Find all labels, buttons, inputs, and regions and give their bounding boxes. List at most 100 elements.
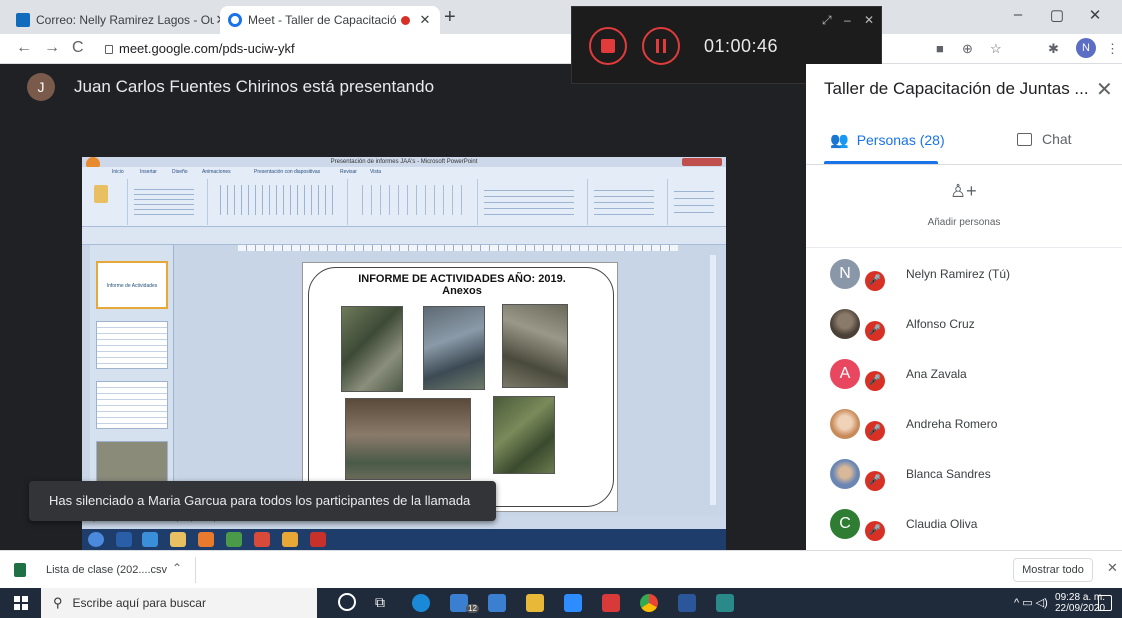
remote-taskbar (82, 529, 726, 550)
acrobat-icon[interactable] (602, 594, 620, 612)
taskbar-search[interactable]: ⚲ Escribe aquí para buscar (41, 588, 317, 618)
participant-avatar: N (830, 259, 860, 289)
slide-frame: INFORME DE ACTIVIDADES AÑO: 2019. Anexos (308, 267, 614, 507)
participant-row[interactable]: N 🎤 Nelyn Ramirez (Tú) (806, 253, 1122, 303)
slide-thumbnail[interactable] (96, 381, 168, 429)
vertical-scrollbar[interactable] (710, 255, 716, 505)
close-recorder-icon[interactable]: ✕ (864, 13, 874, 27)
participant-avatar: C (830, 509, 860, 539)
slide-title-line2: Anexos (442, 285, 482, 297)
windows-taskbar: ⚲ Escribe aquí para buscar ⧉ 12 ^ ▭ ◁) 0… (0, 588, 1122, 618)
ribbon-group (668, 179, 724, 225)
excel-file-icon (14, 563, 26, 577)
tab-meet[interactable]: Meet - Taller de Capacitación ✕ (220, 6, 440, 34)
participant-name: Andreha Romero (906, 417, 998, 431)
app-icon[interactable] (716, 594, 734, 612)
address-bar: ← → C meet.google.com/pds-uciw-ykf ■ ⊕ ☆… (0, 34, 1122, 64)
participant-row[interactable]: 🎤 Andreha Romero (806, 403, 1122, 453)
close-panel-button[interactable]: ✕ (1096, 77, 1113, 102)
download-item[interactable]: Lista de clase (202....csv (46, 564, 167, 576)
camera-icon[interactable]: ■ (936, 41, 944, 56)
store-icon[interactable] (488, 594, 506, 612)
tab-label: Correo: Nelly Ramirez Lagos - Ou (36, 13, 214, 27)
meet-icon (228, 13, 242, 27)
add-people-label[interactable]: Añadir personas (924, 217, 1004, 229)
windows-start-icon[interactable] (14, 596, 28, 610)
task-view-icon[interactable]: ⧉ (375, 594, 385, 611)
file-explorer-icon[interactable] (526, 594, 544, 612)
add-person-icon[interactable]: ♙+ (950, 181, 977, 202)
new-tab-button[interactable]: + (444, 6, 456, 29)
notification-badge: 12 (466, 604, 479, 613)
participant-row[interactable]: 🎤 Blanca Sandres (806, 453, 1122, 503)
panel-title: Taller de Capacitación de Juntas ... (824, 79, 1089, 98)
presenter-text: Juan Carlos Fuentes Chirinos está presen… (74, 77, 435, 96)
ribbon-tab: Presentación con diapositivas (254, 169, 321, 175)
tab-chat[interactable]: Chat (1017, 131, 1072, 147)
word-icon[interactable] (678, 594, 696, 612)
chrome-icon[interactable] (640, 594, 658, 612)
profile-avatar[interactable]: N (1076, 38, 1096, 58)
participant-row[interactable]: 🎤 Alfonso Cruz (806, 303, 1122, 353)
chat-icon (1017, 132, 1032, 146)
back-arrow-icon[interactable]: ← (16, 39, 32, 57)
show-all-button[interactable]: Mostrar todo (1013, 558, 1093, 582)
remote-app-icon (254, 532, 270, 547)
edge-icon[interactable] (412, 594, 430, 612)
activity-photo (345, 398, 471, 480)
muted-mic-icon: 🎤 (865, 371, 885, 391)
minimize-button[interactable]: – (1003, 6, 1033, 23)
tab-label: Meet - Taller de Capacitación (248, 13, 397, 27)
stop-recording-button[interactable] (589, 27, 627, 65)
presenter-avatar: J (27, 73, 55, 101)
pause-icon (656, 39, 666, 53)
ribbon-tab: Inicio (112, 169, 124, 175)
slide-thumbnail[interactable]: Informe de Actividades (96, 261, 168, 309)
forward-arrow-icon[interactable]: → (44, 39, 60, 57)
extensions-icon[interactable]: ✱ (1048, 41, 1059, 57)
powerpoint-ribbon: Inicio Insertar Diseño Animaciones Prese… (82, 167, 726, 227)
expand-icon[interactable]: ⤢ (822, 13, 832, 28)
remote-app-icon (282, 532, 298, 547)
participant-row[interactable]: A 🎤 Ana Zavala (806, 353, 1122, 403)
close-tab-icon[interactable]: ✕ (418, 12, 432, 28)
participant-name: Blanca Sandres (906, 467, 991, 481)
recording-dot-icon (401, 15, 410, 25)
participant-row[interactable]: C 🎤 Claudia Oliva (806, 503, 1122, 553)
chevron-up-icon[interactable]: ⌃ (172, 561, 182, 575)
quick-access-bar (82, 227, 726, 245)
star-icon[interactable]: ☆ (990, 41, 1002, 57)
search-icon: ⚲ (53, 595, 63, 610)
slide-thumbnail[interactable] (96, 321, 168, 369)
action-center-icon[interactable] (1098, 595, 1112, 611)
zoom-icon[interactable]: ⊕ (962, 41, 973, 57)
ribbon-tab: Vista (370, 169, 382, 175)
participant-name: Alfonso Cruz (906, 317, 975, 331)
tab-people-label: Personas (28) (856, 132, 945, 148)
ribbon-group (128, 179, 208, 225)
cortana-icon[interactable] (338, 593, 356, 611)
tab-people[interactable]: 👥 Personas (28) (830, 131, 945, 149)
pause-recording-button[interactable] (642, 27, 680, 65)
reload-icon[interactable]: C (72, 39, 84, 57)
menu-dots-icon[interactable]: ⋮ (1106, 41, 1119, 57)
participant-name: Nelyn Ramirez (Tú) (906, 267, 1011, 281)
participant-avatar (830, 309, 860, 339)
maximize-button[interactable]: ▢ (1042, 6, 1072, 24)
muted-mic-icon: 🎤 (865, 521, 885, 541)
close-download-bar-icon[interactable]: ✕ (1107, 560, 1118, 576)
close-window-button[interactable]: ✕ (1080, 6, 1110, 24)
remote-app-icon (116, 532, 132, 547)
participant-name: Ana Zavala (906, 367, 967, 381)
system-tray[interactable]: ^ ▭ ◁) (1014, 596, 1048, 609)
activity-photo (493, 396, 555, 474)
ribbon-group (588, 179, 668, 225)
window-controls-icon (682, 158, 722, 166)
url-field[interactable]: meet.google.com/pds-uciw-ykf (105, 41, 295, 56)
zoom-app-icon[interactable] (564, 594, 582, 612)
divider (195, 557, 196, 583)
minimize-recorder-icon[interactable]: – (844, 13, 851, 27)
tab-correo[interactable]: Correo: Nelly Ramirez Lagos - Ou ✕ (8, 6, 236, 34)
ribbon-tab: Revisar (340, 169, 357, 175)
horizontal-ruler (238, 245, 678, 251)
